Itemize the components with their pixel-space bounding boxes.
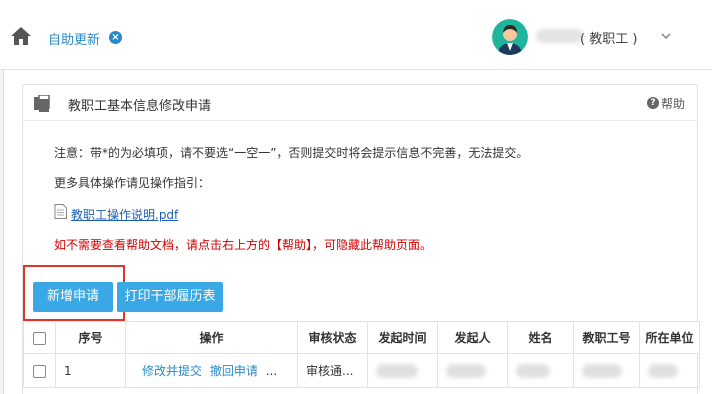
- top-bar: 自助更新 × ( 教职工 ): [0, 0, 712, 70]
- required-field-note: 注意：带*的为必填项，请不要选“一空一”，否则提交时将会提示信息不完善，无法提交…: [54, 146, 529, 160]
- select-all-cell[interactable]: [23, 321, 56, 354]
- chevron-down-icon[interactable]: [660, 30, 672, 42]
- column-header: 教职工号: [573, 321, 640, 354]
- row-initiator-redacted: [437, 353, 508, 388]
- row-unit-redacted: [639, 353, 700, 388]
- file-icon: [54, 204, 67, 219]
- row-select-cell[interactable]: [23, 353, 56, 388]
- document-icon: [34, 95, 50, 112]
- home-icon[interactable]: [10, 26, 32, 46]
- more-actions[interactable]: ...: [266, 364, 277, 378]
- print-resume-button[interactable]: 打印干部履历表: [117, 282, 223, 312]
- row-checkbox[interactable]: [33, 364, 46, 378]
- application-panel: 教职工基本信息修改申请 ? 帮助 注意：带*的为必填项，请不要选“一空一”，否则…: [22, 84, 700, 394]
- help-hide-tip: 如不需要查看帮助文档，请点击右上方的【帮助】，可隐藏此帮助页面。: [54, 238, 433, 252]
- avatar[interactable]: [492, 19, 528, 55]
- row-name-redacted: [507, 353, 574, 388]
- page-title: 教职工基本信息修改申请: [68, 99, 212, 114]
- withdraw-link[interactable]: 撤回申请: [210, 364, 258, 378]
- user-name-redacted: [536, 29, 584, 43]
- row-time-redacted: [367, 353, 438, 388]
- row-actions: 修改并提交 撤回申请 ...: [125, 353, 298, 388]
- row-index: 1: [55, 353, 126, 388]
- guide-note: 更多具体操作请见操作指引：: [54, 176, 211, 190]
- table-row: 1 修改并提交 撤回申请 ... 审核通...: [23, 353, 700, 388]
- column-header: 审核状态: [297, 321, 368, 354]
- guide-pdf-link[interactable]: 教职工操作说明.pdf: [71, 206, 178, 223]
- column-header: 发起时间: [367, 321, 438, 354]
- tab-self-update[interactable]: 自助更新: [48, 29, 100, 48]
- add-application-button[interactable]: 新增申请: [33, 282, 113, 312]
- table-header-row: 序号 操作 审核状态 发起时间 发起人 姓名 教职工号 所在单位: [23, 321, 700, 354]
- column-header: 操作: [125, 321, 298, 354]
- row-status: 审核通...: [297, 353, 368, 388]
- sidebar-edge: [0, 70, 4, 394]
- user-role[interactable]: ( 教职工 ): [580, 28, 637, 47]
- column-header: 姓名: [507, 321, 574, 354]
- row-staff-id-redacted: [573, 353, 640, 388]
- close-icon[interactable]: ×: [109, 31, 122, 44]
- column-header: 所在单位: [639, 321, 700, 354]
- applications-table: 序号 操作 审核状态 发起时间 发起人 姓名 教职工号 所在单位 1 修改并提交…: [23, 321, 700, 388]
- help-link[interactable]: 帮助: [661, 95, 685, 112]
- column-header: 发起人: [437, 321, 508, 354]
- edit-submit-link[interactable]: 修改并提交: [142, 364, 202, 378]
- help-icon[interactable]: ?: [647, 97, 659, 109]
- select-all-checkbox[interactable]: [33, 331, 46, 345]
- panel-header: 教职工基本信息修改申请 ? 帮助: [23, 85, 697, 121]
- column-header: 序号: [55, 321, 126, 354]
